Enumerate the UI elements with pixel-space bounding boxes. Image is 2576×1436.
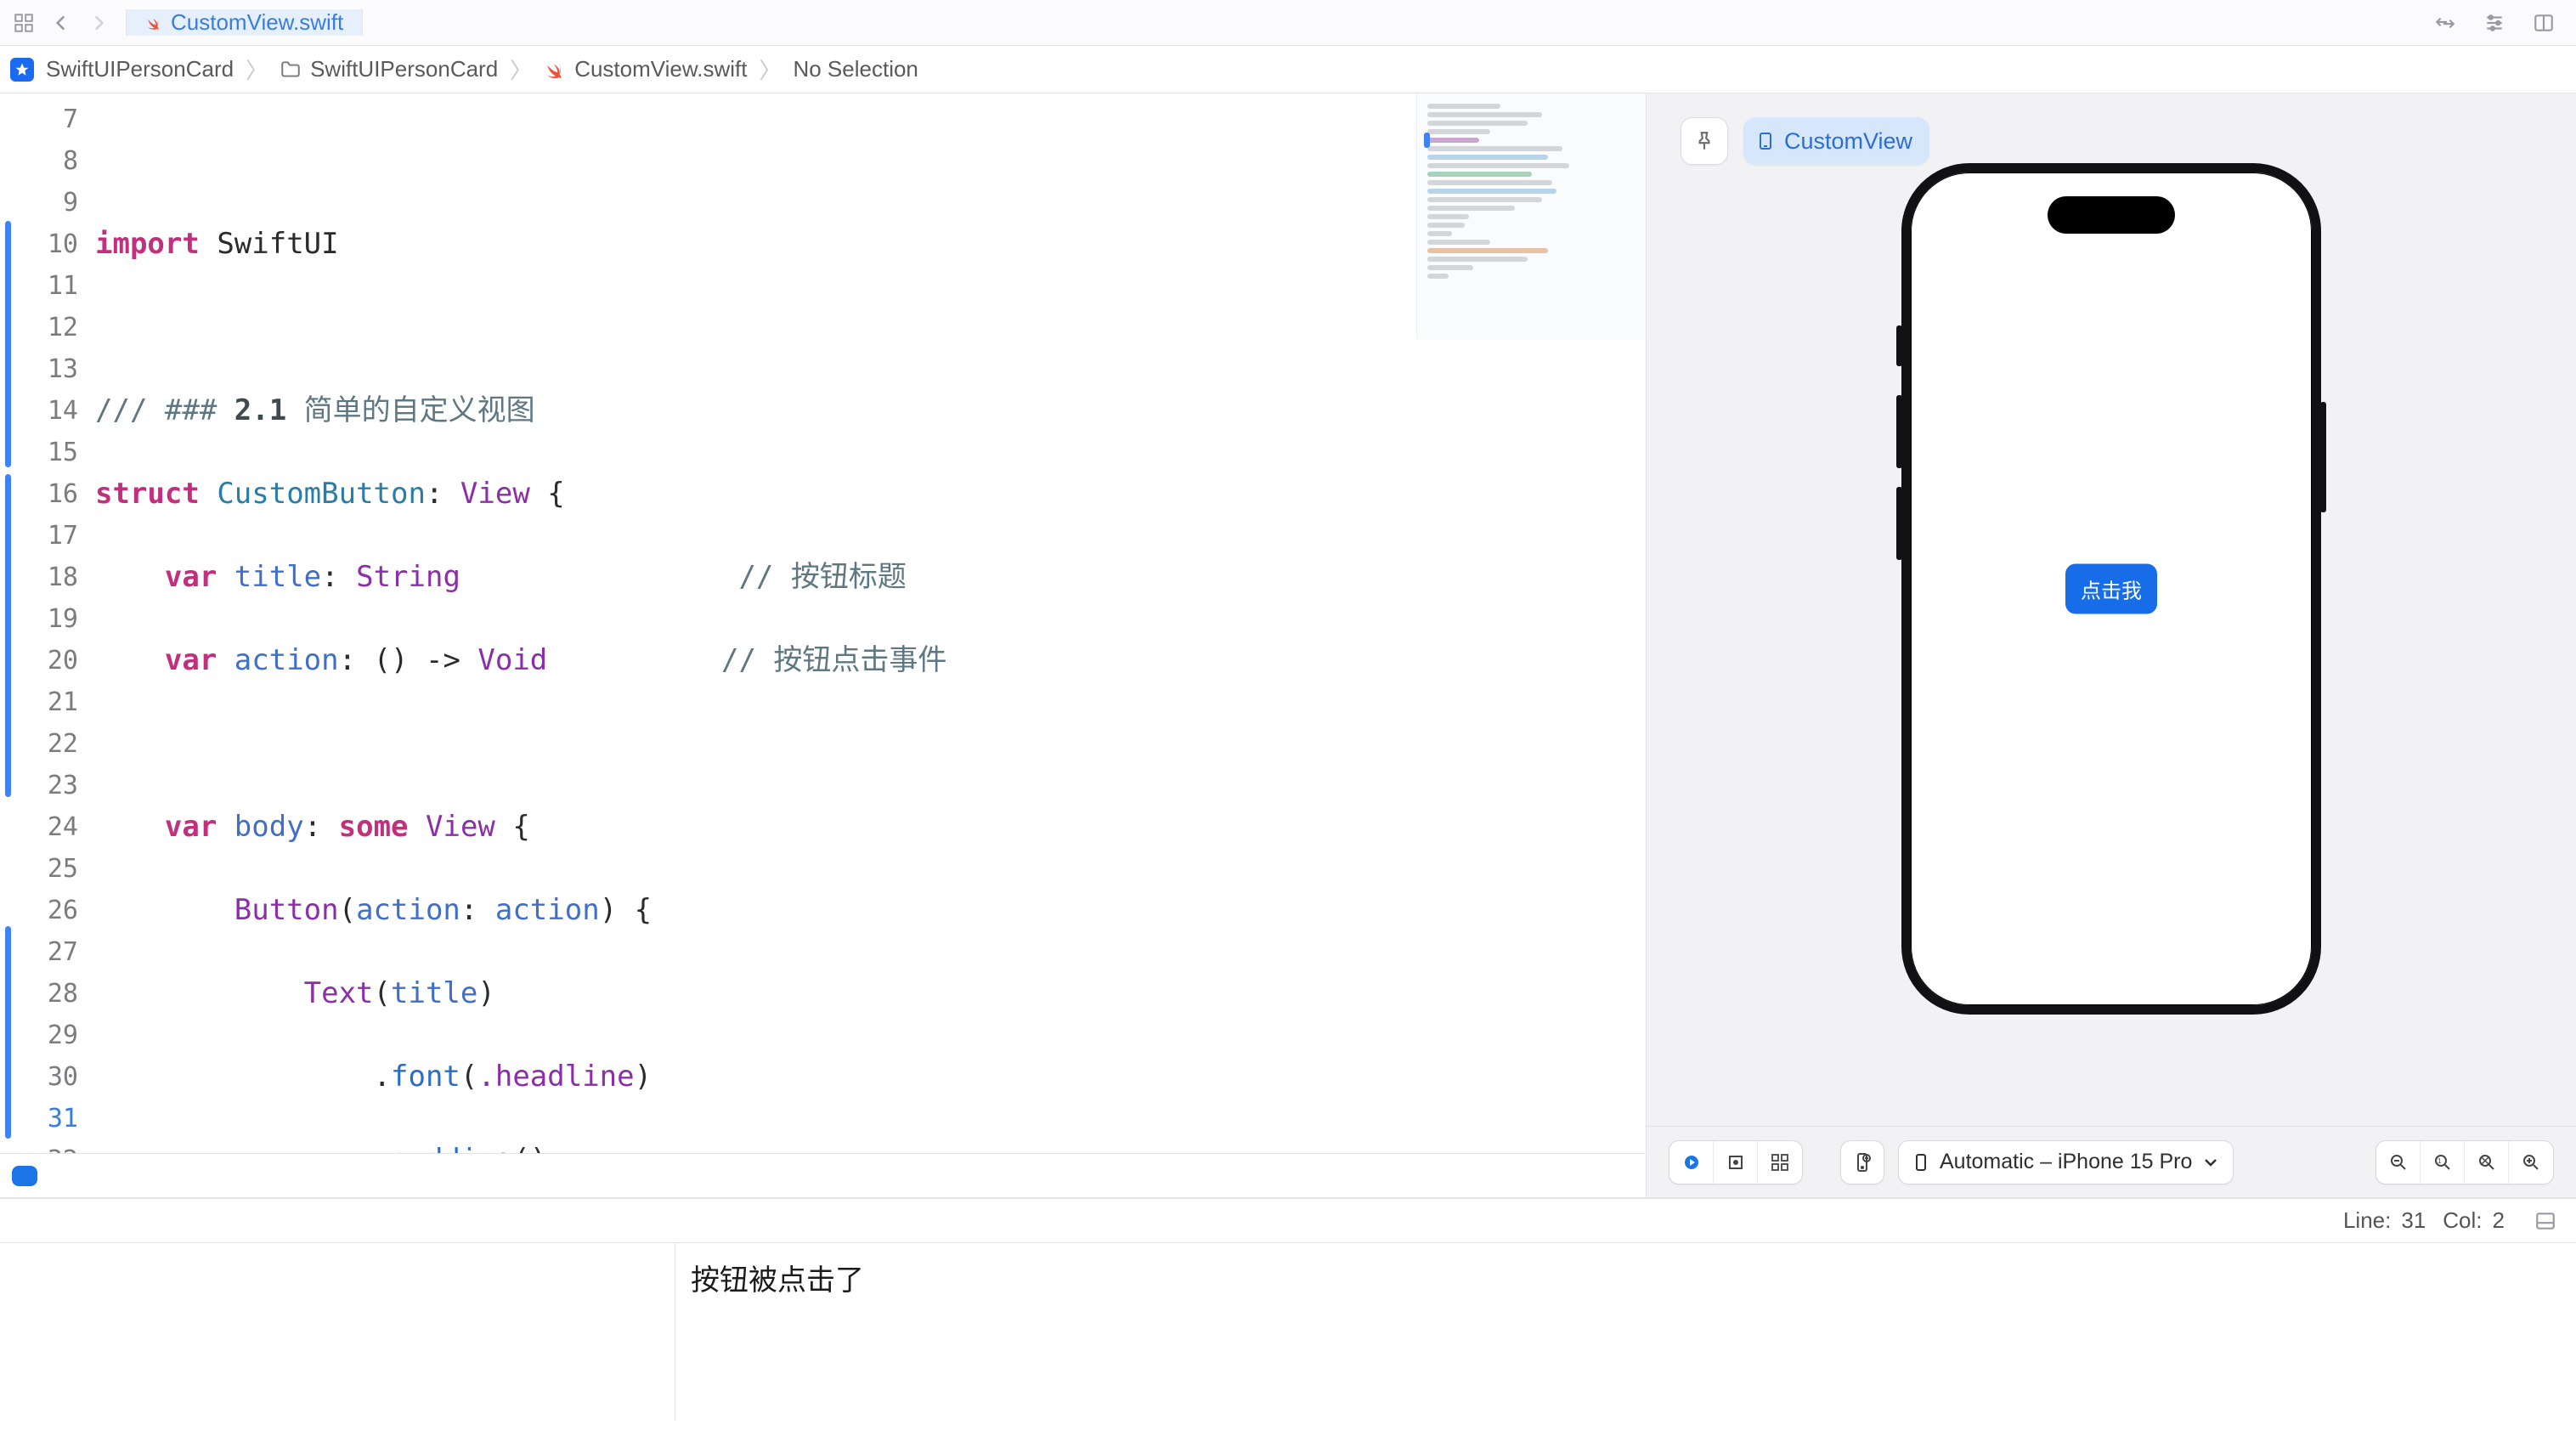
variables-view[interactable] [0,1243,675,1421]
preview-selector[interactable]: CustomView [1743,117,1929,165]
breadcrumb-group[interactable]: SwiftUIPersonCard [276,56,501,82]
jump-bar: SwiftUIPersonCard 〉 SwiftUIPersonCard 〉 … [0,46,2576,93]
breadcrumb-selection[interactable]: No Selection [789,56,921,82]
preview-toolbar: Automatic – iPhone 15 Pro 1 [1647,1126,2576,1197]
console-output[interactable]: 按钮被点击了 [675,1243,2576,1421]
nav-forward-icon[interactable] [83,8,114,38]
swift-file-icon [544,59,566,81]
selectable-preview-button[interactable] [1714,1141,1758,1184]
nav-back-icon[interactable] [46,8,76,38]
device-settings-button[interactable] [1840,1140,1884,1184]
zoom-group: 1 [2375,1140,2554,1184]
svg-text:1: 1 [2438,1157,2442,1165]
dynamic-island [2048,196,2175,234]
chevron-icon: 〉 [505,54,537,85]
add-editor-icon[interactable] [2528,8,2559,38]
editor-filter-bar [0,1153,1646,1197]
preview-panel: CustomView 点击我 [1647,93,2576,1197]
assistant-swap-icon[interactable] [2430,8,2460,38]
breadcrumb-file[interactable]: CustomView.swift [540,56,750,82]
chevron-icon: 〉 [240,54,273,85]
editor-tab-active[interactable]: CustomView.swift [126,9,363,36]
variants-preview-button[interactable] [1758,1141,1802,1184]
live-preview-button[interactable] [1669,1141,1714,1184]
zoom-fit-button[interactable]: 1 [2421,1141,2465,1184]
chevron-down-icon [2200,1152,2221,1173]
preview-name: CustomView [1784,128,1912,155]
status-line-label: Line: [2343,1207,2391,1234]
status-line-value: 31 [2401,1207,2426,1234]
zoom-in-button[interactable] [2509,1141,2553,1184]
pin-preview-button[interactable] [1681,117,1728,165]
preview-mode-group [1669,1140,1803,1184]
chevron-icon: 〉 [754,54,786,85]
line-number-gutter: 7891011121314151617181920212223242526272… [0,93,95,1153]
minimap[interactable] [1416,93,1646,340]
status-col-value: 2 [2493,1207,2505,1234]
device-preview: 点击我 [1901,163,2321,1015]
code-area[interactable]: import SwiftUI /// ### 2.1 简单的自定义视图 stru… [95,93,1646,1153]
tab-filename: CustomView.swift [171,9,343,36]
preview-app-button[interactable]: 点击我 [2065,563,2157,613]
zoom-out-button[interactable] [2376,1141,2421,1184]
editor-options-icon[interactable] [2479,8,2510,38]
code-editor[interactable]: 7891011121314151617181920212223242526272… [0,93,1647,1197]
device-picker[interactable]: Automatic – iPhone 15 Pro [1898,1140,2234,1184]
project-icon [10,58,34,82]
filter-indicator[interactable] [12,1166,37,1186]
zoom-actual-button[interactable] [2465,1141,2509,1184]
tab-bar: CustomView.swift [0,0,2576,46]
folder-icon [280,59,302,81]
status-col-label: Col: [2443,1207,2482,1234]
status-bar: Line: 31 Col: 2 [0,1198,2576,1242]
breadcrumb-project[interactable]: SwiftUIPersonCard [42,56,237,82]
swift-file-icon [145,14,162,31]
related-items-icon[interactable] [8,8,39,38]
debug-console: 按钮被点击了 [0,1242,2576,1421]
toggle-debug-area-icon[interactable] [2530,1206,2561,1236]
